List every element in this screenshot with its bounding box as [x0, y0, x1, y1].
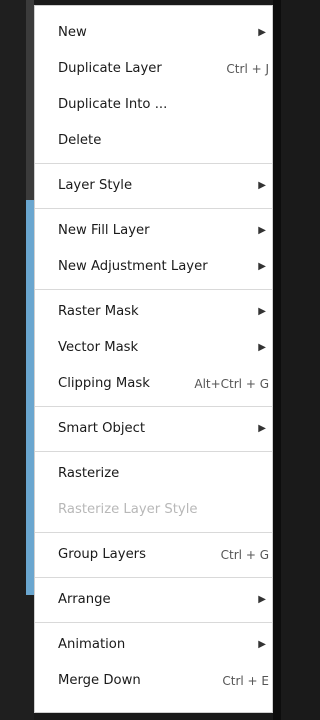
- menu-separator: [35, 163, 272, 164]
- menu-item-clipping-mask[interactable]: Clipping Mask Alt+Ctrl + G: [35, 366, 272, 402]
- menu-item-label: Duplicate Into ...: [58, 97, 168, 112]
- menu-item-vector-mask[interactable]: Vector Mask ▶: [35, 330, 272, 366]
- background-right-edge: [273, 0, 281, 720]
- menu-item-label: Raster Mask: [58, 304, 139, 319]
- background-selection-highlight: [26, 200, 34, 595]
- menu-item-animation[interactable]: Animation ▶: [35, 627, 272, 663]
- menu-item-label: New Adjustment Layer: [58, 259, 208, 274]
- menu-item-delete[interactable]: Delete: [35, 123, 272, 159]
- menu-item-duplicate-layer[interactable]: Duplicate Layer Ctrl + J: [35, 51, 272, 87]
- menu-item-new-fill-layer[interactable]: New Fill Layer ▶: [35, 213, 272, 249]
- menu-item-label: Clipping Mask: [58, 376, 150, 391]
- menu-item-label: Layer Style: [58, 178, 133, 193]
- menu-item-rasterize[interactable]: Rasterize: [35, 456, 272, 492]
- triangle-right-icon: ▶: [258, 180, 266, 191]
- menu-item-raster-mask[interactable]: Raster Mask ▶: [35, 294, 272, 330]
- triangle-right-icon: ▶: [258, 27, 266, 38]
- menu-item-shortcut: Ctrl + J: [226, 62, 269, 76]
- triangle-right-icon: ▶: [258, 342, 266, 353]
- menu-separator: [35, 406, 272, 407]
- menu-item-shortcut: Ctrl + G: [220, 548, 269, 562]
- menu-item-duplicate-into[interactable]: Duplicate Into ...: [35, 87, 272, 123]
- menu-item-label: Rasterize: [58, 466, 120, 481]
- menu-item-label: Smart Object: [58, 421, 146, 436]
- menu-separator: [35, 532, 272, 533]
- menu-item-new-adjustment-layer[interactable]: New Adjustment Layer ▶: [35, 249, 272, 285]
- menu-item-label: Vector Mask: [58, 340, 139, 355]
- triangle-right-icon: ▶: [258, 423, 266, 434]
- menu-separator: [35, 451, 272, 452]
- menu-separator: [35, 208, 272, 209]
- triangle-right-icon: ▶: [258, 639, 266, 650]
- menu-item-shortcut: Ctrl + E: [222, 674, 269, 688]
- menu-separator: [35, 622, 272, 623]
- menu-separator: [35, 577, 272, 578]
- menu-item-new[interactable]: New ▶: [35, 15, 272, 51]
- layer-context-menu: New ▶ Duplicate Layer Ctrl + J Duplicate…: [34, 5, 273, 713]
- menu-item-label: Animation: [58, 637, 126, 652]
- menu-item-label: Arrange: [58, 592, 111, 607]
- menu-item-rasterize-layer-style: Rasterize Layer Style: [35, 492, 272, 528]
- menu-item-label: New Fill Layer: [58, 223, 150, 238]
- menu-separator: [35, 289, 272, 290]
- menu-item-label: Delete: [58, 133, 102, 148]
- menu-item-label: Merge Down: [58, 673, 141, 688]
- menu-item-arrange[interactable]: Arrange ▶: [35, 582, 272, 618]
- menu-item-label: Group Layers: [58, 547, 146, 562]
- menu-item-label: Rasterize Layer Style: [58, 502, 198, 517]
- menu-item-merge-down[interactable]: Merge Down Ctrl + E: [35, 663, 272, 699]
- menu-item-shortcut: Alt+Ctrl + G: [194, 377, 269, 391]
- triangle-right-icon: ▶: [258, 594, 266, 605]
- menu-item-layer-style[interactable]: Layer Style ▶: [35, 168, 272, 204]
- menu-item-smart-object[interactable]: Smart Object ▶: [35, 411, 272, 447]
- menu-item-label: New: [58, 25, 87, 40]
- background-panel-edge: [26, 0, 34, 200]
- triangle-right-icon: ▶: [258, 306, 266, 317]
- menu-item-label: Duplicate Layer: [58, 61, 162, 76]
- triangle-right-icon: ▶: [258, 225, 266, 236]
- menu-item-group-layers[interactable]: Group Layers Ctrl + G: [35, 537, 272, 573]
- triangle-right-icon: ▶: [258, 261, 266, 272]
